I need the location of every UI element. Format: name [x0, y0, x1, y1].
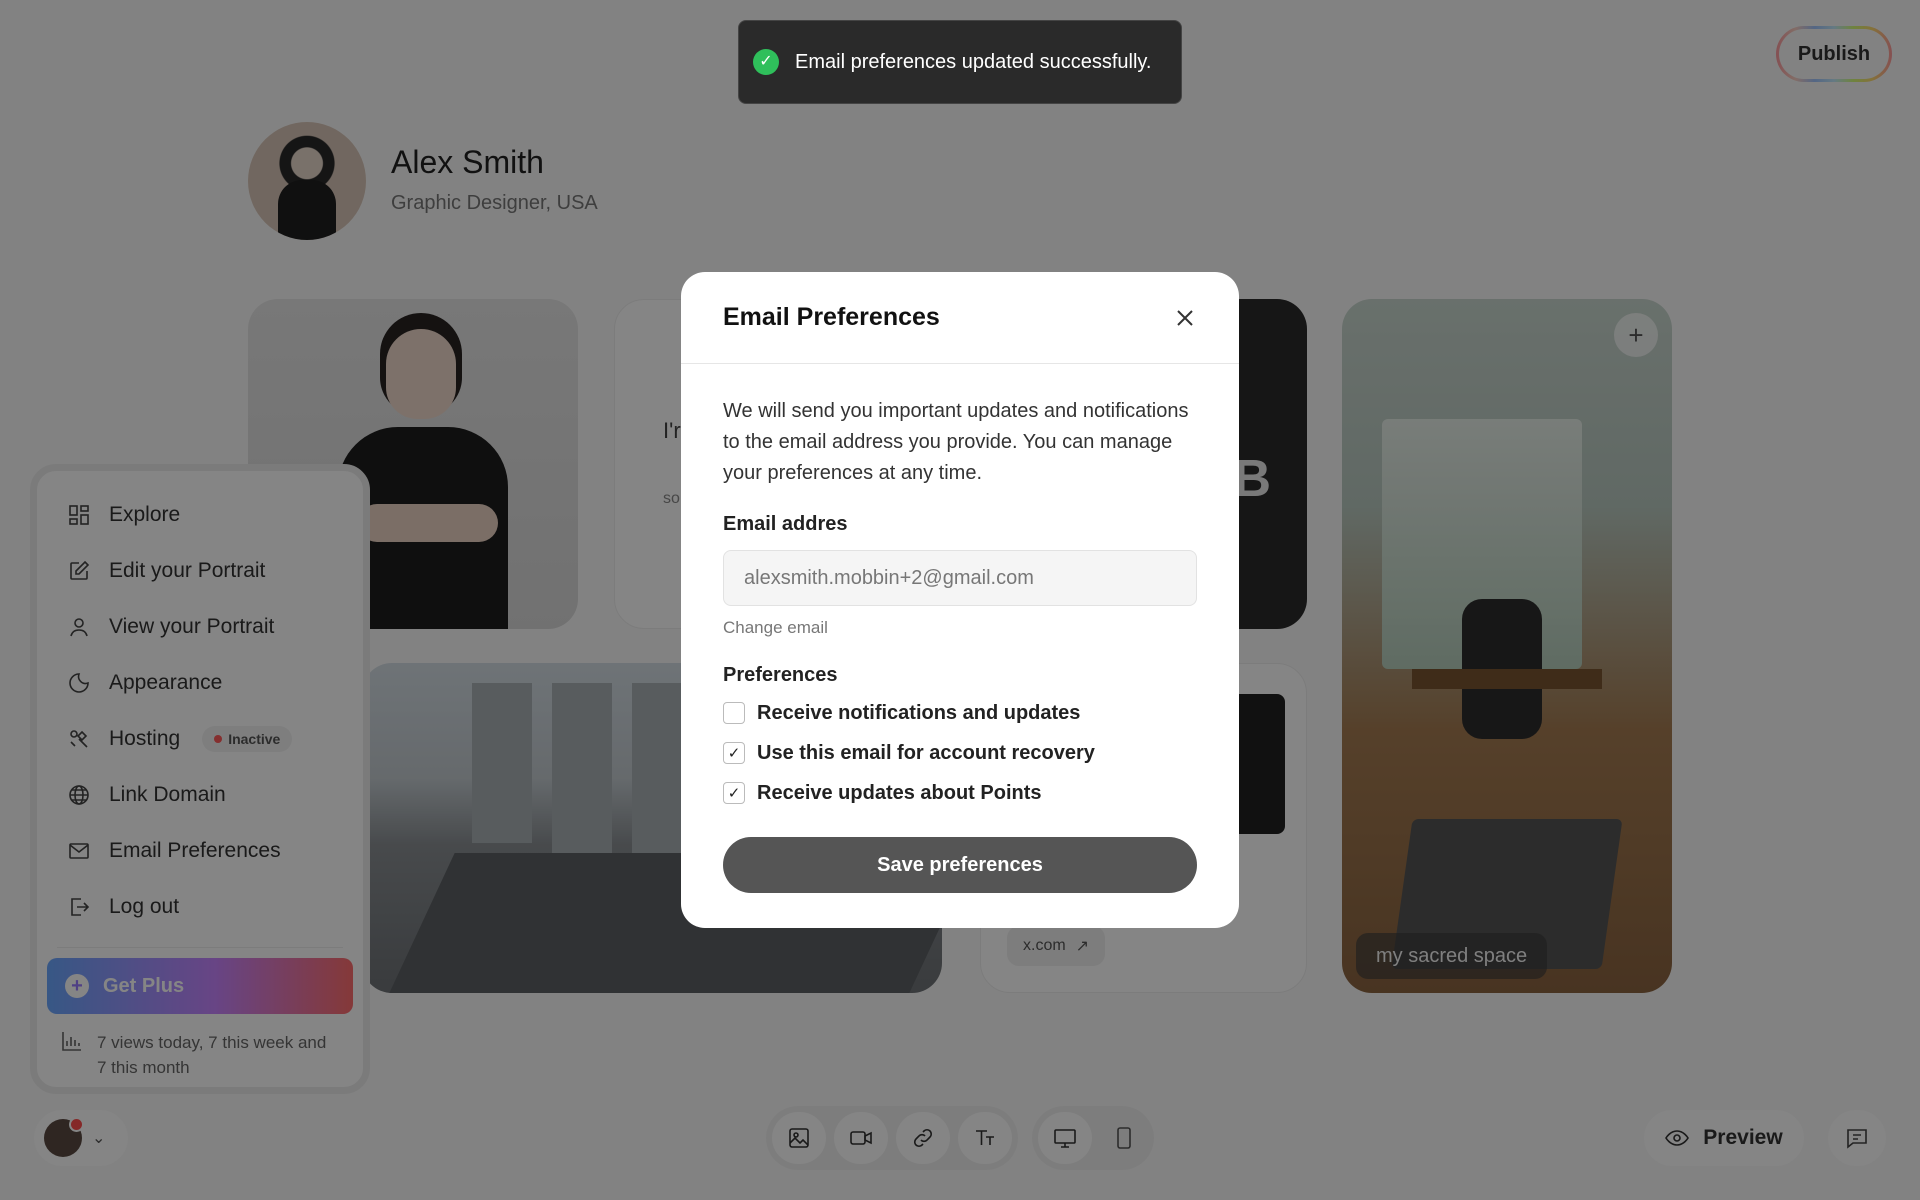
preferences-heading: Preferences — [723, 664, 838, 686]
toast-message: Email preferences updated successfully. — [795, 51, 1152, 73]
points-updates-checkbox[interactable]: ✓ — [723, 782, 745, 804]
email-preferences-dialog: Email Preferences We will send you impor… — [681, 272, 1239, 928]
email-label: Email addres — [723, 513, 848, 535]
pref-account-recovery[interactable]: ✓ Use this email for account recovery — [723, 739, 1197, 767]
pref-label: Receive notifications and updates — [757, 701, 1081, 724]
pref-label: Use this email for account recovery — [757, 741, 1095, 764]
pref-label: Receive updates about Points — [757, 781, 1042, 804]
account-recovery-checkbox[interactable]: ✓ — [723, 742, 745, 764]
close-button[interactable] — [1171, 304, 1199, 332]
save-preferences-button[interactable]: Save preferences — [723, 837, 1197, 893]
dialog-header: Email Preferences — [681, 272, 1239, 364]
pref-notifications[interactable]: Receive notifications and updates — [723, 699, 1197, 727]
email-field[interactable] — [723, 550, 1197, 606]
pref-points-updates[interactable]: ✓ Receive updates about Points — [723, 779, 1197, 807]
change-email-link[interactable]: Change email — [723, 618, 1197, 638]
notifications-checkbox[interactable] — [723, 702, 745, 724]
close-icon — [1177, 309, 1193, 326]
dialog-title: Email Preferences — [723, 303, 940, 331]
dialog-body: We will send you important updates and n… — [681, 364, 1239, 893]
dialog-description: We will send you important updates and n… — [723, 400, 1189, 484]
success-toast: ✓ Email preferences updated successfully… — [738, 20, 1182, 104]
check-circle-icon: ✓ — [753, 49, 779, 75]
